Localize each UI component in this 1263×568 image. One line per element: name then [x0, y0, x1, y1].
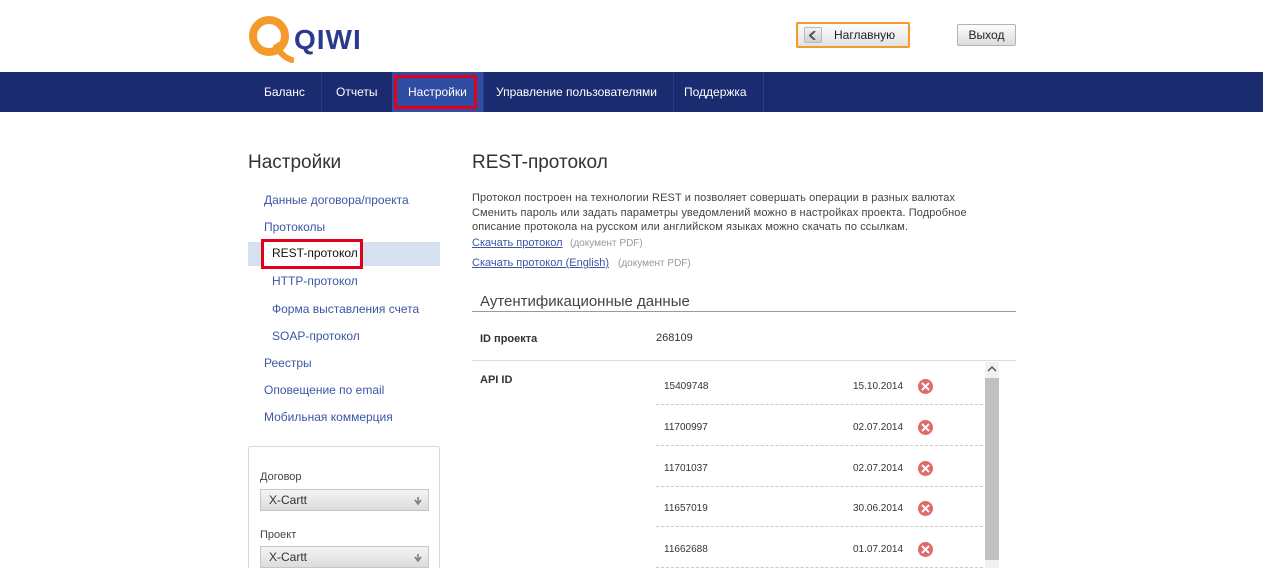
nav-item-balance[interactable]: Баланс — [248, 72, 322, 112]
api-id-value: 11662688 — [664, 544, 708, 555]
project-id-value: 268109 — [656, 332, 693, 344]
qiwi-logo-icon — [249, 16, 294, 63]
api-id-value: 11657019 — [664, 503, 708, 514]
project-select[interactable]: X-Cartt — [260, 546, 429, 568]
api-id-value: 15409748 — [664, 381, 709, 392]
sidebar-title: Настройки — [248, 152, 342, 173]
api-id-date: 15.10.2014 — [853, 381, 904, 392]
chevron-up-icon — [987, 365, 997, 372]
api-id-date: 02.07.2014 — [853, 422, 904, 433]
sidebar-item-rest-protocol[interactable]: REST-протокол — [272, 246, 358, 260]
nav-item-settings[interactable]: Настройки — [392, 72, 484, 112]
page-title: REST-протокол — [472, 152, 608, 173]
list-item: 11657019 30.06.2014 — [656, 486, 983, 527]
brand-wordmark: QIWI — [294, 24, 362, 55]
list-item: 11662688 01.07.2014 — [656, 527, 983, 568]
delete-circle-icon[interactable] — [918, 379, 933, 394]
download-protocol-link[interactable]: Скачать протокол — [472, 237, 563, 249]
home-button[interactable]: Наглавную — [796, 22, 910, 48]
scroll-up-button[interactable] — [985, 362, 999, 376]
delete-circle-icon[interactable] — [918, 420, 933, 435]
qiwi-logo[interactable]: QIWI — [248, 14, 368, 66]
list-item: 11701037 02.07.2014 — [656, 446, 983, 487]
delete-circle-icon[interactable] — [918, 542, 933, 557]
api-id-value: 11700997 — [664, 422, 708, 433]
nav-item-support[interactable]: Поддержка — [668, 72, 764, 112]
description-line: Сменить пароль или задать параметры увед… — [472, 207, 967, 219]
home-button-label: Наглавную — [834, 28, 896, 42]
description-line: описание протокола на русском или англий… — [472, 221, 909, 233]
contract-select[interactable]: X-Cartt — [260, 489, 429, 511]
auth-section-title: Аутентификационные данные — [480, 293, 690, 310]
contract-label: Договор — [260, 471, 302, 483]
contract-select-value: X-Cartt — [269, 493, 308, 507]
arrow-down-icon — [414, 497, 422, 505]
list-item: 11700997 02.07.2014 — [656, 405, 983, 446]
sidebar-item-invoice-form[interactable]: Форма выставления счета — [272, 302, 419, 316]
api-id-label: API ID — [480, 374, 513, 386]
logout-button[interactable]: Выход — [957, 24, 1016, 46]
list-item: 15409748 15.10.2014 — [656, 364, 983, 405]
main-nav: Баланс Отчеты Настройки Управление польз… — [0, 72, 1263, 112]
project-label: Проект — [260, 529, 297, 541]
nav-item-reports[interactable]: Отчеты — [320, 72, 395, 112]
delete-circle-icon[interactable] — [918, 461, 933, 476]
project-select-value: X-Cartt — [269, 550, 308, 564]
scrollbar-thumb[interactable] — [985, 378, 999, 560]
sidebar-item-registries[interactable]: Реестры — [264, 356, 312, 370]
nav-item-user-management[interactable]: Управление пользователями — [480, 72, 674, 112]
chevron-left-icon — [804, 27, 822, 43]
sidebar-item-mobile-commerce[interactable]: Мобильная коммерция — [264, 410, 393, 424]
download-protocol-english-link[interactable]: Скачать протокол (English) — [472, 257, 609, 269]
sidebar-item-protocols[interactable]: Протоколы — [264, 220, 325, 234]
section-divider — [472, 311, 1016, 312]
api-id-value: 11701037 — [664, 463, 708, 474]
api-id-date: 30.06.2014 — [853, 503, 904, 514]
delete-circle-icon[interactable] — [918, 501, 933, 516]
sidebar-item-http-protocol[interactable]: HTTP-протокол — [272, 274, 358, 288]
download-protocol-english-note: (документ PDF) — [618, 258, 691, 269]
arrow-down-icon — [414, 554, 422, 562]
row-divider — [472, 360, 1016, 361]
api-id-date: 01.07.2014 — [853, 544, 904, 555]
project-id-label: ID проекта — [480, 333, 538, 345]
api-id-date: 02.07.2014 — [853, 463, 904, 474]
sidebar-item-soap-protocol[interactable]: SOAP-протокол — [272, 329, 360, 343]
download-protocol-note: (документ PDF) — [570, 238, 643, 249]
sidebar-item-email-notifications[interactable]: Оповещение по email — [264, 383, 384, 397]
sidebar-item-contract-data[interactable]: Данные договора/проекта — [264, 193, 409, 207]
description-line: Протокол построен на технологии REST и п… — [472, 192, 956, 204]
